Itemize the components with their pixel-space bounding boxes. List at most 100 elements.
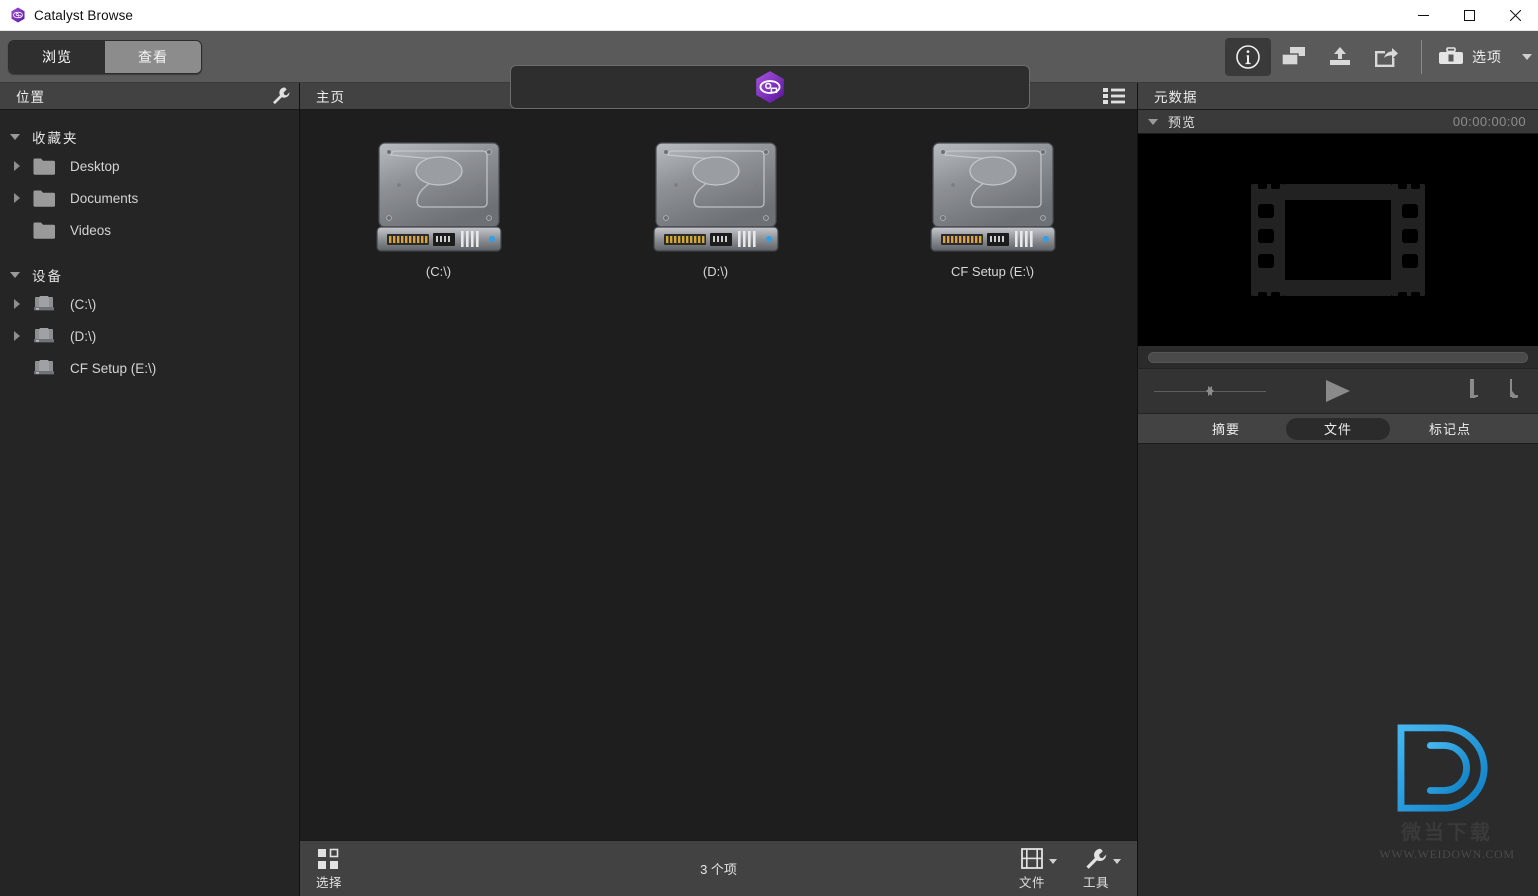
group-devices[interactable]: 设备	[0, 262, 299, 288]
grid-item[interactable]: (C:\)	[300, 136, 577, 311]
tab-file[interactable]: 文件	[1286, 417, 1390, 440]
select-label: 选择	[316, 875, 343, 890]
chevron-down-icon[interactable]	[1522, 53, 1532, 60]
sidebar-item-drive-e[interactable]: CF Setup (E:\)	[0, 352, 299, 384]
center-logo-panel	[510, 65, 1030, 109]
sidebar-title: 位置	[16, 90, 45, 105]
group-favorites-label: 收藏夹	[32, 131, 79, 146]
close-button[interactable]	[1492, 0, 1538, 31]
sidebar-item-videos[interactable]: Videos	[0, 214, 299, 246]
status-bar: 选择 3 个项 文件 工具	[300, 840, 1137, 896]
tools-label: 工具	[1082, 875, 1109, 890]
sidebar-item-label: Videos	[70, 222, 112, 238]
chevron-down-icon[interactable]	[10, 272, 20, 278]
hard-drive-icon	[651, 136, 781, 258]
scrub-bar[interactable]	[1138, 346, 1538, 368]
group-favorites[interactable]: 收藏夹	[0, 124, 299, 150]
browser-panel: 主页 (C:\) (D:\) CF Setup (E:\) 选择 3 个项 文件…	[300, 83, 1138, 896]
tab-markers[interactable]: 标记点	[1398, 418, 1502, 440]
group-devices-label: 设备	[32, 269, 63, 284]
sidebar-item-desktop[interactable]: Desktop	[0, 150, 299, 182]
metadata-panel: 元数据 预览 00:00:00:00 摘要 文件 标记点	[1138, 83, 1538, 896]
info-icon[interactable]	[1225, 37, 1271, 76]
video-preview[interactable]	[1138, 134, 1538, 346]
metadata-tabs: 摘要 文件 标记点	[1138, 414, 1538, 444]
metadata-content	[1138, 444, 1538, 896]
play-icon[interactable]	[1318, 377, 1358, 405]
sidebar-item-label: (C:\)	[70, 296, 97, 312]
drive-icon	[30, 328, 58, 344]
window-title: Catalyst Browse	[34, 7, 134, 23]
film-strip-icon	[1251, 182, 1425, 299]
tab-browse[interactable]: 浏览	[9, 40, 105, 73]
main-body: 位置 收藏夹 Desktop Documents Videos 设备 (C:\)…	[0, 83, 1538, 896]
tab-view[interactable]: 查看	[105, 40, 201, 73]
grid-item-label: (D:\)	[702, 264, 729, 279]
file-menu-button[interactable]: 文件	[1019, 847, 1057, 891]
mark-out-icon[interactable]	[1506, 378, 1524, 404]
app-logo-icon	[10, 7, 26, 23]
chevron-down-icon[interactable]	[1048, 858, 1057, 864]
share-export-icon[interactable]	[1363, 38, 1409, 76]
sidebar-item-documents[interactable]: Documents	[0, 182, 299, 214]
expander-icon[interactable]	[14, 299, 28, 309]
shuttle-slider-icon[interactable]	[1154, 381, 1266, 401]
sidebar-item-label: Documents	[70, 190, 139, 206]
wrench-icon	[1086, 848, 1107, 869]
wrench-icon[interactable]	[271, 86, 291, 106]
file-grid: (C:\) (D:\) CF Setup (E:\)	[300, 110, 1137, 840]
preview-label: 预览	[1168, 115, 1197, 130]
maximize-button[interactable]	[1446, 0, 1492, 31]
sidebar-item-label: (D:\)	[70, 328, 97, 344]
hard-drive-icon	[928, 136, 1058, 258]
sidebar-item-label: Desktop	[70, 158, 120, 174]
tools-menu-button[interactable]: 工具	[1083, 847, 1121, 891]
status-right-group: 文件 工具	[1019, 847, 1121, 891]
breadcrumb: 主页	[316, 90, 345, 105]
metadata-title: 元数据	[1154, 90, 1198, 105]
select-button[interactable]: 选择	[316, 847, 342, 891]
toolbar-separator	[1421, 39, 1422, 74]
places-sidebar: 位置 收藏夹 Desktop Documents Videos 设备 (C:\)…	[0, 83, 300, 896]
drive-icon	[30, 296, 58, 312]
minimize-button[interactable]	[1400, 0, 1446, 31]
grid-item-label: CF Setup (E:\)	[950, 264, 1035, 279]
chevron-down-icon[interactable]	[10, 134, 20, 140]
sidebar-header: 位置	[0, 83, 299, 110]
selection-grid-icon	[318, 848, 339, 869]
toolbox-icon	[1439, 46, 1463, 64]
expander-icon[interactable]	[14, 161, 28, 171]
preview-section-header[interactable]: 预览 00:00:00:00	[1138, 110, 1538, 134]
expander-icon[interactable]	[14, 331, 28, 341]
drive-icon	[30, 360, 58, 376]
grid-item[interactable]: CF Setup (E:\)	[854, 136, 1131, 311]
upload-icon[interactable]	[1317, 38, 1363, 76]
file-label: 文件	[1018, 875, 1045, 890]
catalyst-hex-eye-icon	[756, 71, 784, 103]
sidebar-item-label: CF Setup (E:\)	[70, 360, 157, 376]
toolbar-icon-group: 选项	[1225, 31, 1538, 83]
expander-icon[interactable]	[14, 193, 28, 203]
item-count: 3 个项	[700, 862, 737, 877]
copy-windows-icon[interactable]	[1271, 38, 1317, 76]
options-button[interactable]: 选项	[1434, 46, 1508, 67]
grid-item[interactable]: (D:\)	[577, 136, 854, 311]
metadata-header: 元数据	[1138, 83, 1538, 110]
tab-summary[interactable]: 摘要	[1174, 418, 1278, 440]
chevron-down-icon[interactable]	[1113, 858, 1121, 864]
list-view-icon[interactable]	[1097, 84, 1131, 108]
timecode-display: 00:00:00:00	[1452, 114, 1526, 129]
window-controls	[1400, 0, 1538, 31]
folder-icon	[30, 222, 58, 239]
application-window: Catalyst Browse 浏览 查看 选项 位置 收藏夹 Desktop …	[0, 0, 1538, 896]
chevron-down-icon[interactable]	[1148, 118, 1158, 125]
mark-points-group	[1462, 378, 1524, 404]
transport-controls	[1138, 368, 1538, 414]
hard-drive-icon	[374, 136, 504, 258]
title-bar: Catalyst Browse	[0, 0, 1538, 31]
mark-in-icon[interactable]	[1462, 378, 1480, 404]
scrub-track[interactable]	[1148, 351, 1528, 363]
sidebar-item-drive-d[interactable]: (D:\)	[0, 320, 299, 352]
sidebar-item-drive-c[interactable]: (C:\)	[0, 288, 299, 320]
